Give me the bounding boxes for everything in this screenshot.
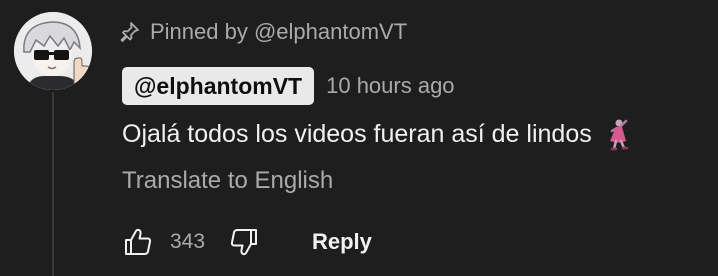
thumbs-up-icon (125, 228, 152, 255)
pinned-text: Pinned by @elphantomVT (150, 19, 408, 44)
like-count: 343 (170, 230, 206, 253)
pinned-label: Pinned by @elphantomVT (120, 17, 407, 47)
comment-timestamp[interactable]: 10 hours ago (326, 73, 454, 99)
pin-icon (120, 21, 140, 43)
avatar[interactable] (14, 12, 92, 90)
dislike-button[interactable] (228, 226, 260, 258)
thumbs-down-icon (230, 229, 257, 256)
dancer-emoji-icon (604, 117, 632, 151)
translate-link[interactable]: Translate to English (122, 167, 333, 195)
reply-button[interactable]: Reply (312, 229, 372, 255)
like-button[interactable] (122, 226, 154, 258)
author-chip[interactable]: @elphantomVT (122, 67, 315, 105)
thread-line (52, 92, 54, 276)
comment-text: Ojalá todos los videos fueran así de lin… (122, 119, 592, 148)
comment-header: @elphantomVT 10 hours ago (122, 67, 455, 105)
avatar-image (14, 12, 92, 90)
comment-actions: 343 Reply (122, 224, 372, 260)
comment-body: Ojalá todos los videos fueran así de lin… (122, 117, 632, 151)
